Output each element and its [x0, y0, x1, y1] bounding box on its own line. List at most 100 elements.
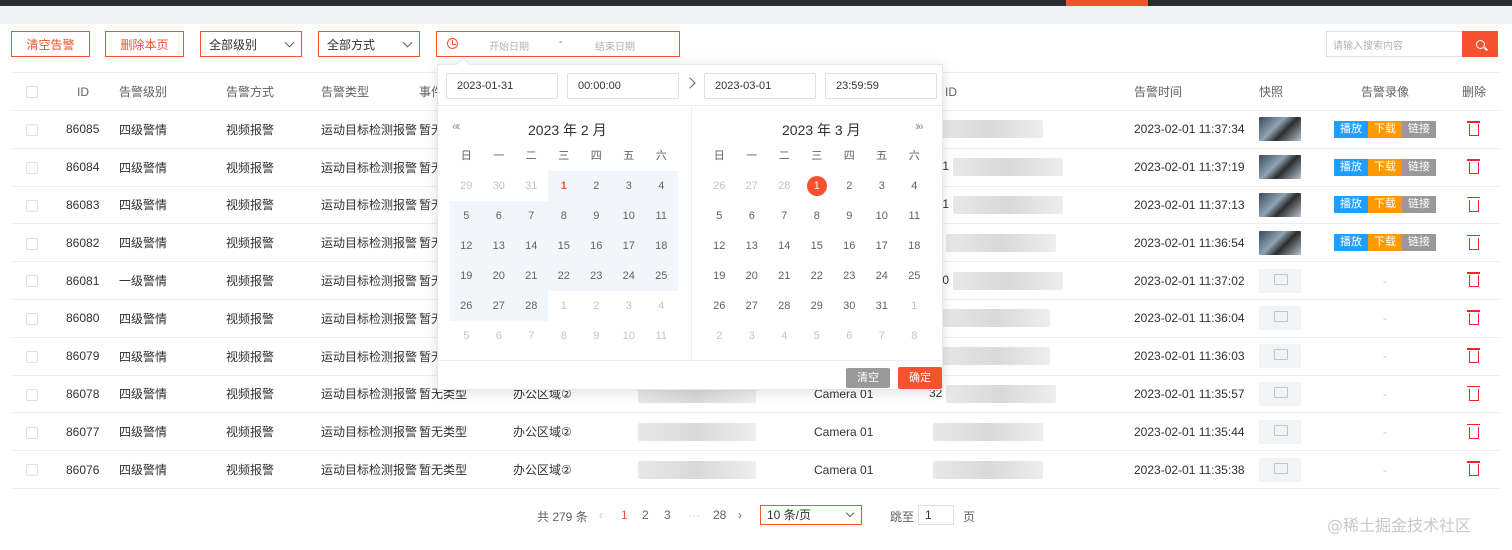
snapshot-thumbnail[interactable]	[1259, 230, 1301, 255]
calendar-day[interactable]: 21	[515, 261, 548, 291]
calendar-day[interactable]: 6	[482, 201, 515, 231]
download-button[interactable]: 下载	[1368, 234, 1402, 252]
calendar-day[interactable]: 23	[580, 261, 613, 291]
calendar-day[interactable]: 16	[580, 231, 613, 261]
calendar-day[interactable]: 6	[483, 321, 516, 351]
play-button[interactable]: 播放	[1334, 158, 1368, 176]
trash-icon[interactable]	[1467, 423, 1480, 439]
page-1[interactable]: 1	[621, 508, 628, 522]
row-checkbox[interactable]	[26, 388, 38, 401]
row-checkbox[interactable]	[26, 199, 38, 212]
calendar-day[interactable]: 15	[547, 231, 580, 261]
calendar-day[interactable]: 24	[612, 261, 645, 291]
page-28[interactable]: 28	[713, 508, 726, 522]
trash-icon[interactable]	[1467, 196, 1480, 212]
calendar-day[interactable]: 25	[898, 261, 931, 291]
calendar-day[interactable]: 2	[833, 171, 866, 201]
calendar-day[interactable]: 1	[547, 171, 580, 201]
calendar-day[interactable]: 2	[580, 171, 613, 201]
calendar-day[interactable]: 12	[450, 231, 483, 261]
download-button[interactable]: 下载	[1368, 158, 1402, 176]
search-input[interactable]: 请输入搜索内容	[1326, 31, 1462, 57]
row-checkbox[interactable]	[26, 124, 38, 137]
calendar-day[interactable]: 8	[801, 201, 834, 231]
next-month-icon[interactable]: ›»	[915, 119, 924, 133]
snapshot-thumbnail[interactable]	[1259, 268, 1301, 293]
calendar-day[interactable]: 29	[450, 171, 483, 201]
calendar-day[interactable]: 8	[898, 321, 931, 351]
calendar-day[interactable]: 9	[833, 201, 866, 231]
end-time-input[interactable]: 23:59:59	[825, 73, 937, 99]
download-button[interactable]: 下载	[1368, 196, 1402, 214]
calendar-day[interactable]: 2	[703, 321, 736, 351]
method-select[interactable]: 全部方式	[318, 31, 420, 57]
snapshot-thumbnail[interactable]	[1259, 117, 1301, 142]
jump-page-input[interactable]: 1	[918, 505, 954, 525]
calendar-day[interactable]: 5	[801, 321, 834, 351]
snapshot-thumbnail[interactable]	[1259, 381, 1301, 406]
calendar-day[interactable]: 3	[612, 171, 645, 201]
calendar-day[interactable]: 1	[548, 291, 581, 321]
calendar-day[interactable]: 29	[801, 291, 834, 321]
calendar-day[interactable]: 12	[703, 231, 736, 261]
trash-icon[interactable]	[1467, 310, 1480, 326]
calendar-day[interactable]: 20	[482, 261, 515, 291]
calendar-day[interactable]: 22	[801, 261, 834, 291]
calendar-day[interactable]: 8	[547, 201, 580, 231]
calendar-day[interactable]: 7	[768, 201, 801, 231]
calendar-day[interactable]: 28	[768, 171, 801, 201]
snapshot-thumbnail[interactable]	[1259, 419, 1301, 444]
calendar-day[interactable]: 22	[547, 261, 580, 291]
prev-month-icon[interactable]: «‹	[452, 119, 461, 133]
calendar-day[interactable]: 26	[703, 291, 736, 321]
calendar-day[interactable]: 14	[768, 231, 801, 261]
calendar-day[interactable]: 28	[768, 291, 801, 321]
calendar-day[interactable]: 9	[580, 321, 613, 351]
level-select[interactable]: 全部级别	[200, 31, 302, 57]
calendar-day[interactable]: 10	[866, 201, 899, 231]
calendar-day[interactable]: 27	[482, 291, 515, 321]
calendar-day[interactable]: 5	[703, 201, 736, 231]
calendar-day[interactable]: 6	[736, 201, 769, 231]
calendar-day[interactable]: 4	[768, 321, 801, 351]
start-date-input[interactable]: 2023-01-31	[446, 73, 558, 99]
calendar-day[interactable]: 21	[768, 261, 801, 291]
snapshot-thumbnail[interactable]	[1259, 457, 1301, 482]
page-3[interactable]: 3	[664, 508, 671, 522]
select-all-checkbox[interactable]	[26, 86, 38, 99]
calendar-day[interactable]: 18	[645, 231, 678, 261]
snapshot-thumbnail[interactable]	[1259, 306, 1301, 331]
trash-icon[interactable]	[1467, 348, 1480, 363]
calendar-day[interactable]: 11	[645, 321, 678, 351]
calendar-day[interactable]: 4	[645, 291, 678, 321]
calendar-day[interactable]: 19	[703, 261, 736, 291]
page-2[interactable]: 2	[642, 508, 649, 522]
calendar-day[interactable]: 5	[450, 201, 483, 231]
row-checkbox[interactable]	[26, 275, 38, 288]
play-button[interactable]: 播放	[1334, 196, 1368, 214]
calendar-day[interactable]: 27	[736, 171, 769, 201]
calendar-day[interactable]: 8	[548, 321, 581, 351]
calendar-day[interactable]: 9	[580, 201, 613, 231]
calendar-day[interactable]: 17	[866, 231, 899, 261]
calendar-day[interactable]: 3	[613, 291, 646, 321]
link-button[interactable]: 链接	[1402, 196, 1436, 214]
trash-icon[interactable]	[1467, 234, 1480, 250]
download-button[interactable]: 下载	[1368, 120, 1402, 138]
trash-icon[interactable]	[1467, 121, 1480, 137]
calendar-day[interactable]: 30	[833, 291, 866, 321]
calendar-day[interactable]: 26	[450, 291, 483, 321]
calendar-day[interactable]: 17	[612, 231, 645, 261]
row-checkbox[interactable]	[26, 351, 38, 363]
calendar-day[interactable]: 10	[613, 321, 646, 351]
start-time-input[interactable]: 00:00:00	[567, 73, 679, 99]
calendar-day[interactable]: 7	[866, 321, 899, 351]
calendar-day[interactable]: 31	[866, 291, 899, 321]
calendar-day[interactable]: 6	[833, 321, 866, 351]
calendar-day[interactable]: 15	[801, 231, 834, 261]
calendar-day[interactable]: 24	[866, 261, 899, 291]
calendar-day[interactable]: 28	[515, 291, 548, 321]
confirm-button[interactable]: 确定	[898, 367, 942, 389]
row-checkbox[interactable]	[26, 464, 38, 477]
calendar-day[interactable]: 19	[450, 261, 483, 291]
